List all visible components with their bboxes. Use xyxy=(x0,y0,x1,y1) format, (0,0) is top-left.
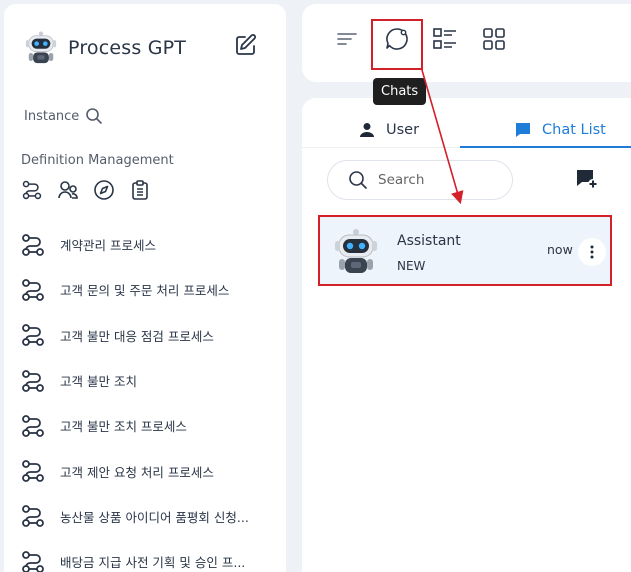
process-flow-icon xyxy=(20,458,46,484)
tab-user[interactable]: User xyxy=(358,112,419,148)
process-flow-icon xyxy=(20,322,46,348)
more-options-button[interactable] xyxy=(578,238,606,266)
chat-search[interactable] xyxy=(327,160,513,200)
list-item[interactable]: 고객 불만 대응 점검 프로세스 xyxy=(20,313,282,358)
instance-search[interactable]: Instance xyxy=(24,107,103,125)
active-tab-indicator xyxy=(460,146,631,148)
list-item[interactable]: 고객 제안 요청 처리 프로세스 xyxy=(20,448,282,493)
process-label: 배당금 지급 사전 기획 및 승인 프... xyxy=(60,555,246,571)
clipboard-icon[interactable] xyxy=(129,179,151,201)
list-item[interactable]: 계약관리 프로세스 xyxy=(20,222,282,267)
chat-list-item[interactable]: Assistant NEW now xyxy=(318,215,612,286)
process-flow-icon[interactable] xyxy=(21,179,43,201)
process-flow-icon xyxy=(20,368,46,394)
user-icon xyxy=(360,123,374,137)
process-label: 고객 불만 조치 프로세스 xyxy=(60,419,187,435)
search-icon xyxy=(86,108,103,124)
tab-chat-list[interactable]: Chat List xyxy=(514,112,606,148)
list-item[interactable]: 고객 불만 조치 프로세스 xyxy=(20,403,282,448)
process-list: 계약관리 프로세스 고객 문의 및 주문 처리 프로세스 고객 불만 대응 점검… xyxy=(20,222,282,572)
search-input[interactable] xyxy=(378,172,498,188)
robot-logo-icon xyxy=(24,30,58,66)
users-icon[interactable] xyxy=(57,179,79,201)
chat-panel: User Chat List Assistant NEW now xyxy=(302,98,631,572)
chat-timestamp: now xyxy=(547,242,573,257)
list-item[interactable]: 배당금 지급 사전 기획 및 승인 프... xyxy=(20,539,282,572)
edit-icon[interactable] xyxy=(234,33,258,57)
menu-icon[interactable] xyxy=(334,26,360,52)
definition-management-label: Definition Management xyxy=(21,153,174,168)
process-label: 농산물 상품 아이디어 품평회 신청... xyxy=(60,509,249,525)
process-label: 고객 문의 및 주문 처리 프로세스 xyxy=(60,283,230,299)
process-flow-icon xyxy=(20,549,46,572)
compass-icon[interactable] xyxy=(93,179,115,201)
process-label: 계약관리 프로세스 xyxy=(60,238,156,254)
chat-new-badge: NEW xyxy=(397,259,426,273)
new-chat-icon[interactable] xyxy=(575,168,599,190)
brand[interactable]: Process GPT xyxy=(24,28,186,68)
instance-label: Instance xyxy=(24,108,80,124)
sidebar: Process GPT Instance Definition Manageme… xyxy=(4,4,286,572)
list-icon[interactable] xyxy=(432,26,458,52)
process-flow-icon xyxy=(20,503,46,529)
process-label: 고객 제안 요청 처리 프로세스 xyxy=(60,464,214,480)
process-flow-icon xyxy=(20,277,46,303)
chats-tooltip: Chats xyxy=(373,78,427,105)
chat-name: Assistant xyxy=(397,233,461,249)
process-label: 고객 불만 조치 xyxy=(60,374,137,390)
list-item[interactable]: 농산물 상품 아이디어 품평회 신청... xyxy=(20,494,282,539)
definition-toolbar xyxy=(21,179,151,201)
assistant-avatar-icon xyxy=(333,227,379,277)
process-flow-icon xyxy=(20,232,46,258)
search-icon xyxy=(349,171,367,189)
process-flow-icon xyxy=(20,413,46,439)
grid-icon[interactable] xyxy=(481,26,507,52)
chats-button-highlight xyxy=(371,19,423,70)
tab-label: Chat List xyxy=(542,122,606,138)
more-vertical-icon xyxy=(590,245,594,259)
brand-title: Process GPT xyxy=(68,37,187,59)
process-label: 고객 불만 대응 점검 프로세스 xyxy=(60,328,214,344)
chat-bubble-icon xyxy=(516,123,530,137)
list-item[interactable]: 고객 문의 및 주문 처리 프로세스 xyxy=(20,267,282,312)
tab-label: User xyxy=(386,122,420,138)
list-item[interactable]: 고객 불만 조치 xyxy=(20,358,282,403)
